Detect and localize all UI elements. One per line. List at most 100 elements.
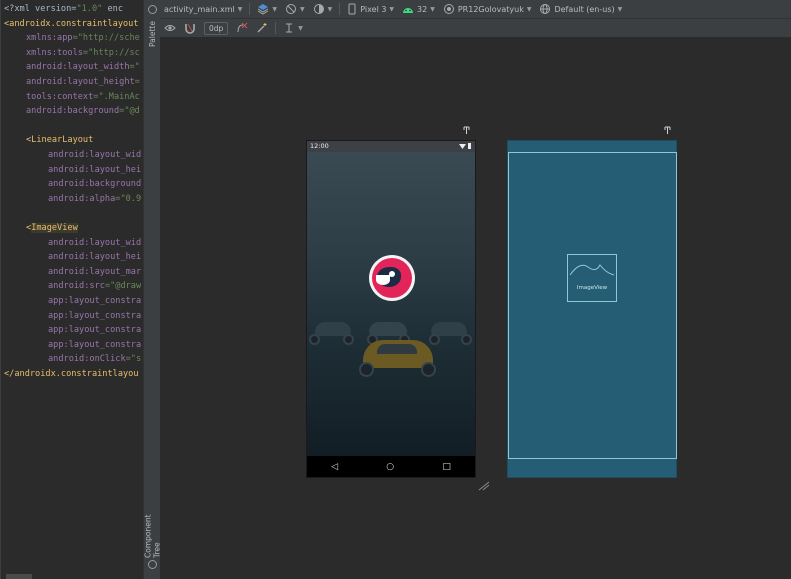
chevron-down-icon: ▼ [526,5,532,13]
blueprint-preview[interactable]: ImageView [507,140,677,478]
imageview-outline[interactable]: ImageView [567,254,617,302]
component-tree-tab[interactable]: Component Tree [144,500,162,558]
design-mode-button[interactable]: ▼ [253,0,281,18]
wheel [421,362,436,377]
code-line[interactable]: xmlns:app="http://sche [26,31,140,45]
clear-constraints-button[interactable] [232,19,252,37]
code-token: layout_constra [68,339,142,350]
night-mode-button[interactable]: ▼ [309,0,337,18]
code-line[interactable]: tools:context=".MainAc [26,90,140,104]
recents-icon: □ [442,461,451,472]
palette-icon[interactable] [148,5,157,14]
code-line[interactable]: app:layout_constra [48,338,141,352]
component-tree-icon[interactable] [148,560,157,569]
default-margins-button[interactable]: 0dp [200,19,232,37]
code-token: tools: [26,91,58,102]
device-name: Pixel 3 [360,4,387,14]
code-line[interactable]: android:layout_width=" [26,60,140,74]
code-token: layout_hei [89,164,142,175]
theme-selector[interactable]: PR12Golovatyuk ▼ [439,0,536,18]
chevron-down-icon: ▼ [327,5,333,13]
layers-icon [258,4,269,15]
code-token: ="s [125,354,142,365]
code-token: android: [48,164,90,175]
theme-name: PR12Golovatyuk [457,4,524,14]
guideline-icon [286,23,293,33]
code-token: background [89,179,142,190]
chevron-down-icon: ▼ [272,5,278,13]
code-token: <?xml version= [4,4,77,14]
eye-icon [164,25,176,31]
car-window [377,344,417,354]
design-preview[interactable]: 12:00 ◁ ○ □ [306,140,476,478]
code-line[interactable]: </androidx.constraintlayou [4,367,139,381]
view-options-button[interactable] [160,19,180,37]
palette-tab[interactable]: Palette [144,16,161,52]
globe-icon [540,4,551,14]
rotate-icon [286,4,297,14]
code-token: tools [57,47,83,58]
code-line[interactable]: android:background="@d [26,104,140,118]
wheel [343,334,354,345]
orientation-button[interactable]: ▼ [281,0,309,18]
night-mode-icon [313,4,324,14]
device-selector[interactable]: Pixel 3 ▼ [343,0,398,18]
horizontal-scrollbar[interactable] [6,574,32,579]
code-token: xmlns: [26,47,58,58]
code-token: layout_constra [68,296,142,306]
layout-editor-toolbar: activity_main.xml ▼ ▼ ▼ ▼ Pixel 3 ▼ 32 ▼ PR… [160,0,791,19]
navigation-bar: ◁ ○ □ [307,456,475,477]
infer-constraints-button[interactable] [252,19,272,37]
code-line[interactable]: <?xml version="1.0" enc [4,2,123,16]
code-line[interactable]: android:src="@draw [48,279,141,293]
code-line[interactable]: android:layout_hei [48,163,141,177]
code-token: xmlns: [26,33,58,44]
status-bar: 12:00 [307,141,475,152]
code-token: src [89,281,105,292]
image-placeholder-icon [569,264,615,276]
resize-handle-icon[interactable] [478,481,490,491]
code-token: alpha [89,193,116,204]
pin-icon[interactable] [664,126,671,135]
code-token: ="@draw [104,281,142,292]
code-token: layout_height [67,77,135,87]
code-line[interactable]: <ImageView [26,221,78,235]
chevron-down-icon: ▼ [298,24,303,32]
code-line[interactable]: android:layout_hei [48,250,141,264]
code-token: android: [48,281,90,292]
code-line[interactable]: <LinearLayout [26,133,93,147]
xml-code-editor[interactable]: <?xml version="1.0" enc <androidx.constra… [0,0,143,579]
code-token: "1.0" [76,4,103,14]
chevron-down-icon: ▼ [617,5,623,13]
code-line[interactable]: app:layout_constra [48,309,141,323]
code-token: android: [48,266,90,277]
api-level-selector[interactable]: 32 ▼ [398,0,439,18]
background-image [307,152,475,458]
code-line[interactable]: android:layout_height= [26,75,140,89]
code-token: <LinearLayout [26,135,94,146]
theme-icon [443,4,454,14]
file-selector[interactable]: activity_main.xml ▼ [160,0,246,18]
code-line[interactable]: android:background [48,177,141,191]
magic-wand-icon [257,23,267,33]
margin-value: 0dp [204,21,229,35]
code-token: layout_hei [89,252,142,263]
code-line[interactable]: app:layout_constra [48,323,141,337]
eagle-logo-image[interactable] [369,255,415,301]
code-line[interactable]: android:layout_wid [48,236,141,250]
code-line[interactable]: <androidx.constraintlayout [4,17,139,31]
code-token: android: [48,354,90,365]
autoconnect-button[interactable] [180,19,200,37]
code-line[interactable]: android:alpha="0.9 [48,192,141,206]
guidelines-button[interactable]: ▼ [279,19,307,37]
code-line[interactable]: android:layout_wid [48,148,141,162]
code-line[interactable]: app:layout_constra [48,294,141,308]
linear-layout-outline[interactable] [508,152,677,459]
code-line[interactable]: android:onClick="s [48,352,141,366]
code-line[interactable]: xmlns:tools="http://sc [26,46,140,60]
magnet-icon [185,23,195,34]
code-line[interactable]: android:layout_mar [48,265,141,279]
chevron-down-icon: ▼ [430,5,435,13]
pin-icon[interactable] [463,126,470,135]
locale-selector[interactable]: Default (en-us) ▼ [535,0,626,18]
